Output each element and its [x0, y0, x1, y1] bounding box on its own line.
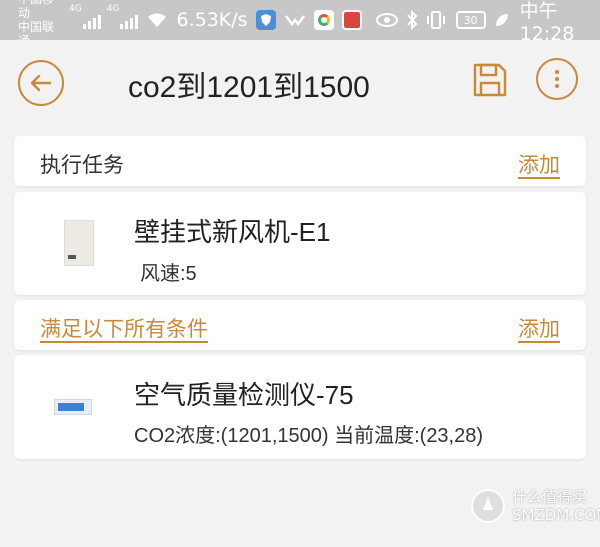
network-type-1: 4G	[69, 4, 82, 14]
condition-section-title[interactable]: 满足以下所有条件	[40, 313, 208, 343]
task-section-title: 执行任务	[40, 153, 124, 177]
air-quality-monitor-thumbnail	[54, 399, 92, 415]
watermark-line1: 什么值得买	[512, 488, 588, 506]
status-bar: 中国移动 中国联通 4G 4G 6.53K/s 30 中午12:28	[0, 0, 600, 48]
signal-icon	[120, 11, 139, 29]
arrow-left-icon	[30, 74, 52, 92]
bluetooth-icon	[406, 10, 418, 30]
page-title: co2到1201到1500	[128, 71, 370, 104]
network-type-2: 4G	[106, 4, 120, 14]
clock: 中午12:28	[519, 0, 575, 45]
eye-icon	[375, 13, 398, 27]
task-section-header: 执行任务 添加	[14, 136, 586, 186]
condition-device-card[interactable]: 空气质量检测仪-75 CO2浓度:(1201,1500) 当前温度:(23,28…	[14, 355, 586, 459]
more-vertical-icon	[555, 70, 559, 88]
more-options-button[interactable]	[536, 58, 578, 100]
floppy-disk-icon	[473, 63, 507, 97]
wifi-icon	[146, 11, 168, 29]
colorful-app-icon	[313, 10, 334, 30]
leaf-icon	[494, 12, 510, 28]
watermark-logo-icon	[471, 489, 505, 523]
add-task-link[interactable]: 添加	[518, 149, 560, 179]
task-device-card[interactable]: 壁挂式新风机-E1 风速:5	[14, 192, 586, 295]
carrier-1: 中国移动	[18, 0, 54, 20]
condition-device-detail: CO2浓度:(1201,1500) 当前温度:(23,28)	[134, 425, 484, 447]
check-app-icon	[284, 13, 306, 27]
task-device-name: 壁挂式新风机-E1	[134, 217, 331, 247]
red-app-icon	[341, 10, 362, 30]
app-header: co2到1201到1500	[0, 40, 600, 126]
back-button[interactable]	[18, 60, 64, 106]
network-speed: 6.53K/s	[176, 9, 248, 31]
shield-app-icon	[255, 10, 276, 30]
fresh-air-unit-thumbnail	[64, 220, 94, 266]
battery-icon: 30	[455, 11, 486, 29]
save-button[interactable]	[470, 60, 510, 100]
signal-icon	[82, 11, 101, 29]
watermark-line2: SMZDM.COM	[512, 506, 600, 524]
watermark: 什么值得买 SMZDM.COM	[470, 488, 600, 524]
condition-device-name: 空气质量检测仪-75	[134, 380, 354, 410]
task-device-detail: 风速:5	[140, 263, 197, 285]
add-condition-link[interactable]: 添加	[518, 313, 560, 343]
vibrate-icon	[426, 10, 446, 30]
condition-section-header: 满足以下所有条件 添加	[14, 300, 586, 350]
